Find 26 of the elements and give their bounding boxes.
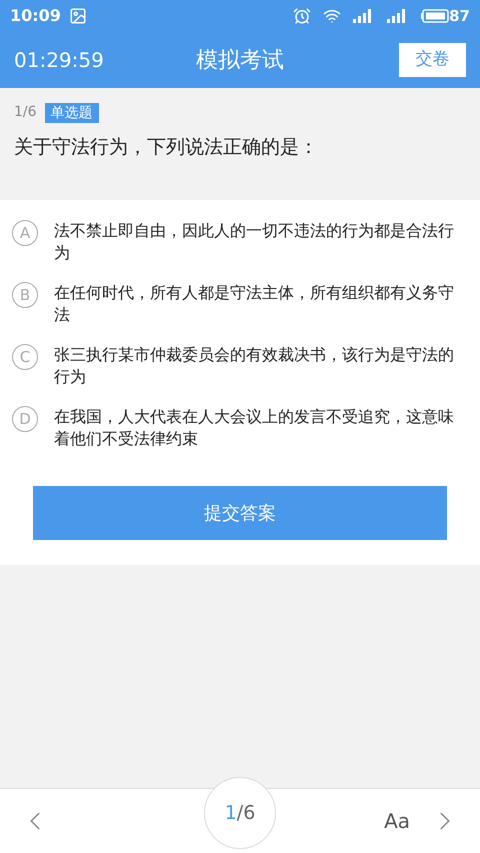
battery-icon	[421, 9, 450, 23]
option-letter: B	[12, 282, 38, 308]
option-text: 在任何时代，所有人都是守法主体，所有组织都有义务守法	[54, 282, 455, 326]
option-letter: D	[12, 406, 38, 432]
option-letter: C	[12, 344, 38, 370]
wifi-icon	[323, 7, 342, 25]
status-time: 10:09	[10, 5, 61, 27]
image-icon	[68, 7, 87, 25]
question-text: 关于守法行为，下列说法正确的是：	[14, 135, 319, 160]
current-number: 1	[224, 800, 237, 826]
page-title: 模拟考试	[195, 46, 285, 74]
answer-option[interactable]: B 在任何时代，所有人都是守法主体，所有组织都有义务守法	[0, 278, 480, 330]
font-size-button[interactable]: Aa	[384, 806, 410, 836]
question-counter: 1/6	[14, 103, 37, 122]
answer-option[interactable]: D 在我国，人大代表在人大会议上的发言不受追究，这意味着他们不受法律约束	[0, 402, 480, 454]
answer-option[interactable]: A 法不禁止即自由，因此人的一切不违法的行为都是合法行为	[0, 216, 480, 268]
total-number: /6	[236, 800, 256, 826]
option-text: 法不禁止即自由，因此人的一切不违法的行为都是合法行为	[54, 220, 455, 264]
countdown-timer: 01:29:59	[14, 47, 105, 74]
option-text: 在我国，人大代表在人大会议上的发言不受追究，这意味着他们不受法律约束	[54, 406, 455, 450]
option-letter: A	[12, 220, 38, 246]
battery-level: 87	[449, 6, 470, 27]
answer-option[interactable]: C 张三执行某市仲裁委员会的有效裁决书，该行为是守法的行为	[0, 340, 480, 392]
question-type-tag: 单选题	[44, 102, 99, 122]
alarm-icon	[293, 7, 312, 25]
option-text: 张三执行某市仲裁委员会的有效裁决书，该行为是守法的行为	[54, 344, 455, 388]
